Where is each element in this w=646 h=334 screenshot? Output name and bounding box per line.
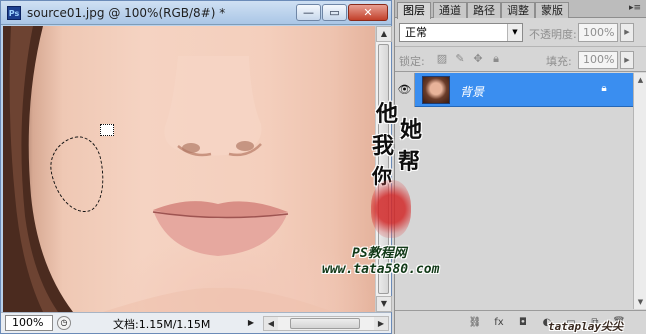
tab-channels[interactable]: 通道 <box>433 2 467 18</box>
fill-input[interactable]: 100% <box>578 51 618 69</box>
watermark-corner: tataplay尖尖 <box>548 320 623 333</box>
scroll-down-icon[interactable]: ▼ <box>634 295 646 309</box>
tab-paths[interactable]: 路径 <box>467 2 501 18</box>
layer-thumbnail[interactable] <box>422 76 450 104</box>
red-seal-stamp <box>371 180 411 238</box>
blend-mode-select[interactable]: 正常 ▼ <box>399 23 523 42</box>
lock-pixels-icon[interactable]: ✎ <box>453 52 467 66</box>
zoom-level-input[interactable]: 100% <box>5 315 53 331</box>
scroll-up-icon[interactable]: ▲ <box>376 26 392 42</box>
mask-icon[interactable]: ◘ <box>515 316 531 330</box>
watermark-site-url: www.tata580.com <box>322 262 440 277</box>
patch-tool-cursor-icon <box>100 124 114 136</box>
tab-adjustments[interactable]: 调整 <box>501 2 535 18</box>
fx-icon[interactable]: fx <box>491 316 507 330</box>
layers-scrollbar[interactable]: ▲ ▼ <box>633 73 646 309</box>
scroll-left-icon[interactable]: ◀ <box>264 317 278 330</box>
blend-mode-value: 正常 <box>405 26 427 39</box>
opacity-input[interactable]: 100% <box>578 23 618 42</box>
link-icon[interactable]: ⛓︎ <box>467 316 483 330</box>
fill-label: 填充: <box>546 55 572 68</box>
lock-row: 锁定: ▨ ✎ ✥ 🔒︎ 填充: 100% ▶ <box>395 46 646 72</box>
scroll-up-icon[interactable]: ▲ <box>634 73 646 87</box>
fill-slider-arrow-icon[interactable]: ▶ <box>620 51 634 69</box>
chevron-down-icon: ▼ <box>507 24 522 41</box>
calligraphy-char-3: 我 <box>372 133 395 159</box>
opacity-label: 不透明度: <box>529 28 577 41</box>
calligraphy-char-4: 帮 <box>398 149 421 175</box>
layer-name[interactable]: 背景 <box>460 83 484 100</box>
lock-transparency-icon[interactable]: ▨ <box>435 52 449 66</box>
layers-panel: 图层 通道 路径 调整 蒙版 ▸≡ 正常 ▼ 不透明度: 100% ▶ 锁定: … <box>394 0 646 334</box>
calligraphy-char-2: 她 <box>400 117 423 143</box>
lock-position-icon[interactable]: ✥ <box>471 52 485 66</box>
panel-tab-bar: 图层 通道 路径 调整 蒙版 ▸≡ <box>395 0 646 19</box>
tab-masks[interactable]: 蒙版 <box>535 2 569 18</box>
status-menu-arrow-icon[interactable]: ▶ <box>244 316 258 330</box>
layer-row[interactable]: 👁︎ 背景 🔒︎ <box>395 73 633 107</box>
lock-label: 锁定: <box>399 55 425 68</box>
photoshop-workspace: Ps source01.jpg @ 100%(RGB/8#) * — ▭ ✕ ▲… <box>0 0 646 334</box>
close-button[interactable]: ✕ <box>348 4 388 21</box>
horizontal-scroll-thumb[interactable] <box>290 318 360 329</box>
scroll-right-icon[interactable]: ▶ <box>374 317 388 330</box>
document-title: source01.jpg @ 100%(RGB/8#) * <box>27 6 226 20</box>
horizontal-scrollbar[interactable]: ◀ ▶ <box>263 316 389 331</box>
layer-lock-icon: 🔒︎ <box>601 83 607 94</box>
calligraphy-char-1: 他 <box>376 101 399 127</box>
watermark-site-name: PS教程网 <box>352 246 407 261</box>
photoshop-app-icon: Ps <box>7 6 21 20</box>
tab-layers[interactable]: 图层 <box>397 2 431 19</box>
status-info-icon[interactable]: ◷ <box>57 316 71 330</box>
opacity-slider-arrow-icon[interactable]: ▶ <box>620 23 634 42</box>
status-bar: 100% ◷ 文档:1.15M/1.15M ▶ ◀ ▶ <box>1 312 391 333</box>
lock-all-icon[interactable]: 🔒︎ <box>489 52 503 66</box>
panel-menu-icon[interactable]: ▸≡ <box>629 3 641 13</box>
document-titlebar[interactable]: Ps source01.jpg @ 100%(RGB/8#) * — ▭ ✕ <box>1 1 391 25</box>
maximize-button[interactable]: ▭ <box>322 4 347 21</box>
minimize-button[interactable]: — <box>296 4 321 21</box>
document-size: 文档:1.15M/1.15M <box>113 318 211 331</box>
scroll-down-icon[interactable]: ▼ <box>376 296 392 312</box>
